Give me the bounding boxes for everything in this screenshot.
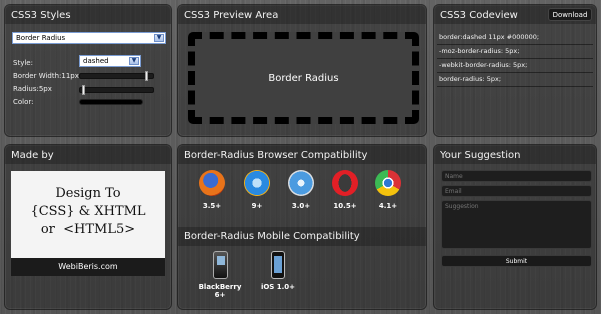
- opera-icon: [332, 170, 358, 196]
- code-divider: [437, 72, 593, 73]
- radius-slider-handle[interactable]: [82, 85, 86, 95]
- email-field[interactable]: [441, 185, 592, 197]
- code-line: -webkit-border-radius: 5px;: [439, 61, 528, 69]
- browser-compat-panel: Border-Radius Browser Compatibility 3.5+…: [177, 144, 427, 310]
- color-swatch[interactable]: [79, 99, 143, 105]
- browser-version: 9+: [251, 202, 263, 210]
- browser-chrome: 4.1+: [373, 170, 403, 210]
- browser-ie: 9+: [242, 170, 272, 210]
- mobile-compat-title: Border-Radius Mobile Compatibility: [178, 227, 426, 246]
- chevron-down-icon[interactable]: ▼: [129, 57, 139, 65]
- css3-preview-title: CSS3 Preview Area: [178, 5, 426, 24]
- iphone-icon: [271, 251, 285, 279]
- radius-label: Radius:5px: [13, 85, 52, 93]
- banner-line-3: or <HTML5>: [40, 222, 136, 237]
- css3-codeview-panel: CSS3 Codeview Download border:dashed 11p…: [433, 4, 597, 137]
- download-button[interactable]: Download: [548, 8, 592, 21]
- ie-icon: [244, 170, 270, 196]
- device-blackberry: BlackBerry 6+: [198, 251, 242, 299]
- style-select[interactable]: dashed ▼: [79, 55, 141, 67]
- browser-opera: 10.5+: [330, 170, 360, 210]
- suggestion-field[interactable]: [441, 200, 592, 249]
- css3-styles-panel: CSS3 Styles Border Radius ▼ Style: dashe…: [4, 4, 172, 137]
- code-line: -moz-border-radius: 5px;: [439, 47, 520, 55]
- browser-firefox: 3.5+: [197, 170, 227, 210]
- code-divider: [437, 86, 593, 87]
- style-select-value: dashed: [83, 57, 109, 65]
- site-name: WebiBeris.com: [58, 262, 118, 271]
- banner-line-2: {CSS} & XHTML: [30, 204, 146, 219]
- made-by-panel: Made by Design To {CSS} & XHTML or <HTML…: [4, 144, 172, 310]
- device-iphone: iOS 1.0+: [258, 251, 298, 291]
- css3-preview-panel: CSS3 Preview Area Border Radius: [177, 4, 427, 137]
- browser-version: 3.5+: [202, 202, 222, 210]
- preview-text: Border Radius: [268, 72, 339, 84]
- browser-version: 10.5+: [333, 202, 357, 210]
- css3-styles-title: CSS3 Styles: [5, 5, 171, 24]
- submit-button[interactable]: Submit: [441, 255, 592, 267]
- browser-compat-title: Border-Radius Browser Compatibility: [178, 145, 426, 164]
- made-by-title: Made by: [5, 145, 171, 164]
- border-width-slider-handle[interactable]: [144, 71, 148, 81]
- chrome-icon: [375, 170, 401, 196]
- code-divider: [437, 44, 593, 45]
- browser-version: 3.0+: [291, 202, 311, 210]
- suggestion-panel: Your Suggestion Submit: [433, 144, 597, 310]
- code-divider: [437, 58, 593, 59]
- code-line: border:dashed 11px #000000;: [439, 33, 540, 41]
- banner-line-1: Design To: [55, 186, 121, 201]
- property-select-value: Border Radius: [16, 34, 66, 42]
- border-width-label: Border Width:11px: [13, 72, 79, 80]
- property-select[interactable]: Border Radius ▼: [12, 32, 166, 44]
- color-label: Color:: [13, 98, 34, 106]
- style-label: Style:: [13, 59, 33, 67]
- preview-box: Border Radius: [188, 32, 419, 124]
- suggestion-title: Your Suggestion: [434, 145, 596, 164]
- border-width-slider[interactable]: [79, 71, 154, 81]
- blackberry-icon: [212, 251, 228, 279]
- site-name-bar[interactable]: WebiBeris.com: [11, 258, 165, 276]
- radius-slider[interactable]: [79, 85, 154, 95]
- chevron-down-icon[interactable]: ▼: [154, 34, 164, 42]
- device-label: iOS 1.0+: [260, 283, 296, 291]
- firefox-icon: [199, 170, 225, 196]
- safari-icon: [288, 170, 314, 196]
- device-label: BlackBerry 6+: [198, 283, 242, 299]
- browser-version: 4.1+: [378, 202, 398, 210]
- browser-safari: 3.0+: [286, 170, 316, 210]
- code-line: border-radius: 5px;: [439, 75, 502, 83]
- name-field[interactable]: [441, 170, 592, 182]
